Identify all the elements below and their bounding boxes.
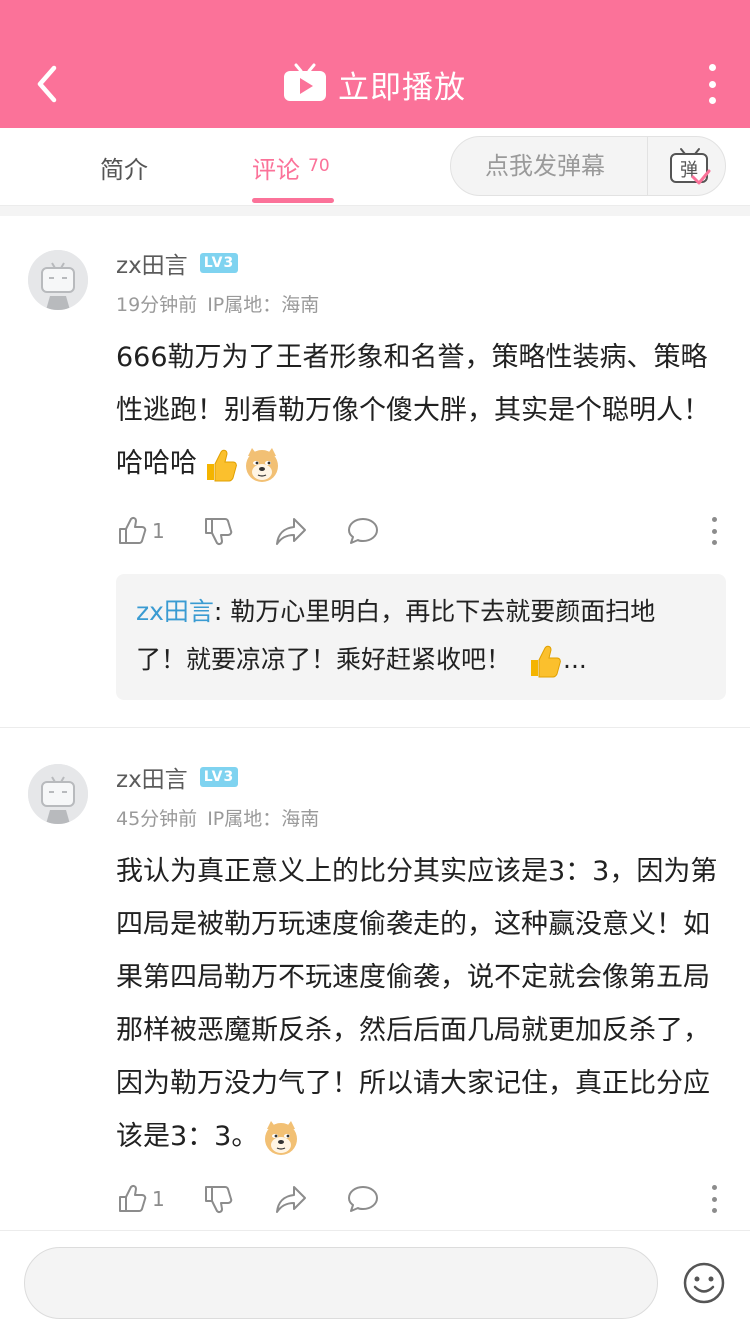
comment-meta: 19分钟前 IP属地：海南 bbox=[116, 290, 319, 317]
play-now-button[interactable]: 立即播放 bbox=[282, 62, 466, 106]
doge-emoji-icon bbox=[246, 447, 278, 482]
reply-preview[interactable]: zx田言: 勒万心里明白，再比下去就要颜面扫地了！就要凉凉了！乘好赶紧收吧！ .… bbox=[116, 574, 726, 700]
comment-item: zx田言 LV3 19分钟前 IP属地：海南 666勒万为了王者形象和名誉，策略性… bbox=[0, 216, 750, 728]
more-dot bbox=[708, 97, 716, 104]
username[interactable]: zx田言 bbox=[116, 246, 188, 280]
default-avatar-icon bbox=[28, 764, 88, 824]
comments-count-badge: 70 bbox=[308, 156, 330, 176]
active-tab-indicator bbox=[252, 198, 334, 203]
more-menu-button[interactable] bbox=[704, 64, 720, 104]
thumbs-up-emoji-icon bbox=[207, 449, 237, 481]
comment-text: 我认为真正意义上的比分其实应该是3：3，因为第四局是被勒万玩速度偷袭走的，这种赢… bbox=[116, 845, 726, 1163]
page-title: 立即播放 bbox=[338, 69, 466, 106]
comment-meta: 45分钟前 IP属地：海南 bbox=[116, 804, 319, 831]
share-button[interactable] bbox=[274, 1179, 308, 1219]
comment-input-bar bbox=[0, 1230, 750, 1334]
username-row: zx田言 LV3 bbox=[116, 760, 239, 794]
dislike-button[interactable] bbox=[202, 511, 234, 551]
danmaku-placeholder: 点我发弹幕 bbox=[485, 152, 605, 180]
more-dot bbox=[711, 1196, 717, 1202]
like-count: 1 bbox=[152, 519, 165, 543]
more-dot bbox=[708, 64, 716, 71]
tab-intro[interactable]: 简介 bbox=[100, 128, 148, 206]
avatar[interactable] bbox=[28, 764, 88, 824]
default-avatar-icon bbox=[28, 250, 88, 310]
share-icon bbox=[276, 1186, 306, 1213]
tv-play-icon bbox=[284, 63, 326, 101]
back-button[interactable] bbox=[30, 62, 70, 106]
thumbs-down-icon bbox=[205, 1186, 233, 1214]
chevron-left-icon bbox=[37, 65, 57, 103]
avatar[interactable] bbox=[28, 250, 88, 310]
more-dot bbox=[711, 1208, 717, 1213]
level-badge: LV3 bbox=[199, 767, 239, 787]
reply-text: zx田言: 勒万心里明白，再比下去就要颜面扫地了！就要凉凉了！乘好赶紧收吧！ .… bbox=[136, 588, 702, 684]
reply-ellipsis: ... bbox=[563, 645, 587, 674]
comment-actions: 1 bbox=[116, 1179, 726, 1219]
more-dot bbox=[711, 528, 717, 534]
danmaku-toggle-icon[interactable]: 弹 bbox=[669, 147, 711, 187]
comment-actions: 1 bbox=[116, 511, 726, 551]
share-button[interactable] bbox=[274, 511, 308, 551]
tab-intro-label: 简介 bbox=[100, 155, 148, 184]
username[interactable]: zx田言 bbox=[116, 760, 188, 794]
reply-button[interactable] bbox=[346, 1179, 380, 1219]
doge-emoji-icon bbox=[265, 1120, 298, 1155]
more-dot bbox=[711, 517, 717, 522]
username-row: zx田言 LV3 bbox=[116, 246, 239, 280]
reply-username[interactable]: zx田言 bbox=[136, 597, 214, 626]
ip-location: IP属地：海南 bbox=[207, 294, 320, 316]
thumbs-down-icon bbox=[205, 518, 233, 546]
comment-more-button[interactable] bbox=[706, 511, 722, 551]
thumbs-up-icon bbox=[119, 1184, 147, 1212]
divider bbox=[647, 137, 648, 195]
comment-input[interactable] bbox=[24, 1247, 658, 1319]
more-dot bbox=[711, 1185, 717, 1190]
level-badge: LV3 bbox=[199, 253, 239, 273]
comment-time: 45分钟前 bbox=[116, 808, 198, 830]
tab-comments[interactable]: 评论 70 bbox=[252, 128, 330, 206]
more-dot bbox=[711, 540, 717, 545]
danmaku-input[interactable]: 点我发弹幕 弹 bbox=[450, 136, 726, 196]
comment-bubble-icon bbox=[348, 518, 378, 544]
reply-button[interactable] bbox=[346, 511, 380, 551]
thumbs-up-icon bbox=[119, 516, 147, 544]
dislike-button[interactable] bbox=[202, 1179, 234, 1219]
like-count: 1 bbox=[152, 1187, 165, 1211]
comment-text: 666勒万为了王者形象和名誉，策略性装病、策略性逃跑！别看勒万像个傻大胖，其实是… bbox=[116, 331, 726, 490]
like-button[interactable]: 1 bbox=[116, 1179, 165, 1219]
top-bar: 立即播放 bbox=[0, 0, 750, 128]
smiley-icon[interactable] bbox=[682, 1261, 726, 1305]
comment-text-body: 我认为真正意义上的比分其实应该是3：3，因为第四局是被勒万玩速度偷袭走的，这种赢… bbox=[116, 856, 718, 1152]
more-dot bbox=[708, 80, 716, 88]
like-button[interactable]: 1 bbox=[116, 511, 165, 551]
section-divider bbox=[0, 206, 750, 216]
comment-time: 19分钟前 bbox=[116, 294, 198, 316]
ip-location: IP属地：海南 bbox=[207, 808, 320, 830]
tab-comments-label: 评论 bbox=[252, 155, 300, 184]
thumbs-up-emoji-icon bbox=[531, 645, 561, 678]
comment-item: zx田言 LV3 45分钟前 IP属地：海南 我认为真正意义上的比分其实应该是3：… bbox=[0, 730, 750, 1230]
comment-more-button[interactable] bbox=[706, 1179, 722, 1219]
comment-bubble-icon bbox=[348, 1186, 378, 1212]
share-icon bbox=[276, 518, 306, 545]
